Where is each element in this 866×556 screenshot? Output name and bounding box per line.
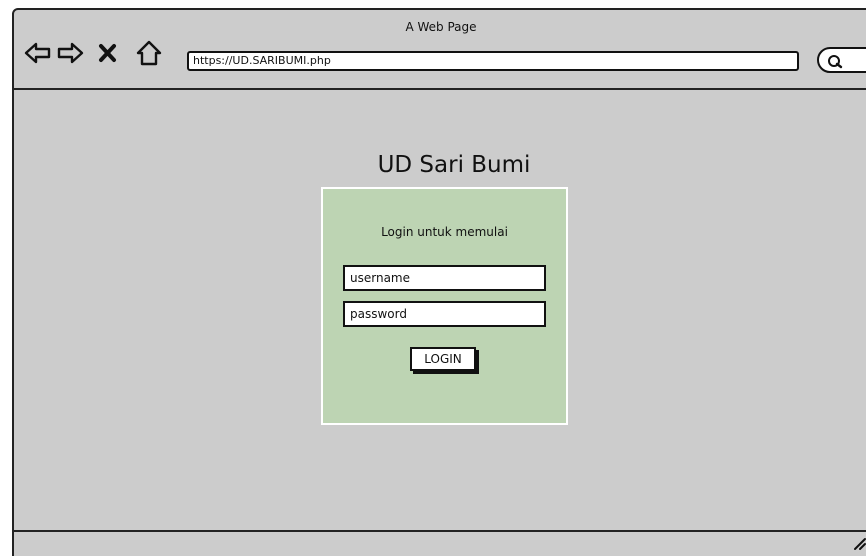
status-bar-divider [14,530,866,532]
search-button[interactable] [817,47,866,73]
login-button[interactable]: LOGIN [410,347,476,371]
login-panel: Login untuk memulai LOGIN [321,187,568,425]
browser-title: A Web Page [405,20,477,34]
page-title: UD Sari Bumi [377,152,531,178]
forward-arrow-icon[interactable] [56,40,84,66]
browser-window: A Web Page https://UD.SARIBUMI.php UD Sa… [12,8,866,556]
search-icon [828,55,843,69]
login-subtitle: Login untuk memulai [381,225,508,239]
username-input[interactable] [343,265,546,291]
address-bar[interactable]: https://UD.SARIBUMI.php [187,51,799,71]
home-icon[interactable] [135,40,162,66]
back-arrow-icon[interactable] [24,40,51,66]
close-icon[interactable] [96,40,122,66]
password-input[interactable] [343,301,546,327]
resize-handle-icon[interactable] [853,536,866,555]
toolbar-divider [14,88,866,90]
